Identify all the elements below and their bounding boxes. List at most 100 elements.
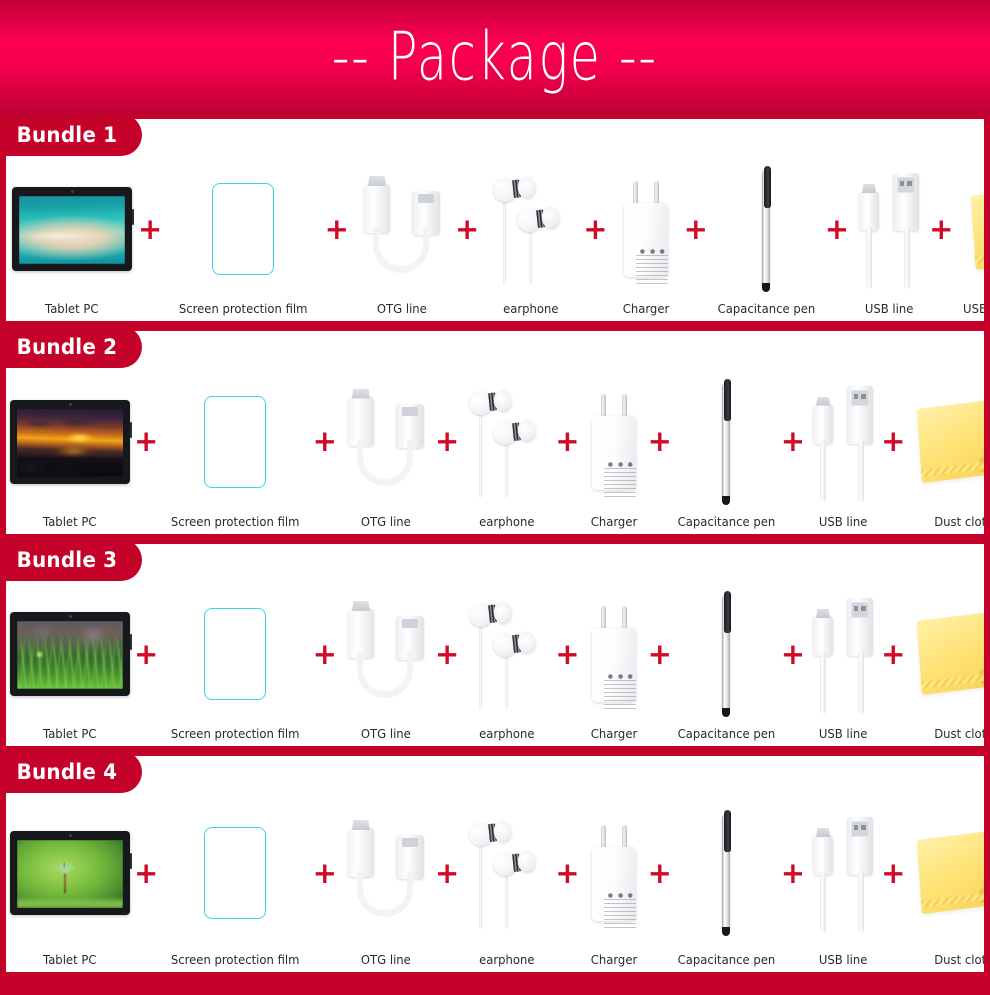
otg-cable-image — [359, 177, 445, 281]
bundle-item-art — [467, 371, 547, 514]
bundle-item-art — [166, 796, 304, 952]
bundle-item-art — [714, 159, 819, 301]
bundle-item-art — [491, 159, 571, 301]
bundle-item[interactable]: earphone — [467, 796, 547, 968]
bundle-item-art — [674, 796, 779, 952]
plus-separator-icon: + — [312, 855, 337, 890]
bundle-item-label: USB line — [818, 726, 868, 741]
bundle-item-label: USB lineDust cloth — [963, 301, 984, 316]
bundle-item-art — [359, 159, 445, 301]
bundle-item-label: OTG line — [360, 952, 411, 967]
bundle-items: Tablet PC + Screen protection film + OTG lin… — [6, 796, 984, 968]
bundle-row[interactable]: Bundle 1 Tablet PC + Screen protection film… — [0, 114, 990, 326]
bundle-item[interactable]: Dust cloth — [911, 796, 984, 968]
bundle-item-art — [12, 159, 134, 301]
bundle-item[interactable]: USB line — [811, 371, 875, 530]
bundle-items: Tablet PC + Screen protection film + OTG lin… — [6, 584, 984, 742]
plus-separator-icon: + — [134, 855, 159, 890]
bundle-item-art — [857, 159, 921, 301]
bundle-item[interactable]: OTG line — [343, 371, 429, 530]
plus-separator-icon: + — [312, 636, 337, 671]
bundle-item[interactable]: Tablet PC — [12, 159, 134, 317]
bundle-item-art — [343, 796, 429, 952]
plus-separator-icon: + — [780, 636, 806, 671]
bundle-item-label: earphone — [479, 514, 535, 529]
bundle-item[interactable]: Tablet PC — [10, 584, 132, 742]
bundle-item-art — [174, 159, 312, 301]
plus-separator-icon: + — [555, 855, 580, 890]
bundle-row[interactable]: Bundle 2 Tablet PC + Screen protection film… — [0, 326, 990, 539]
bundle-item-label: Charger — [590, 726, 637, 741]
bundle-item-label: Screen protection film — [171, 726, 300, 741]
bundle-badge-label: Bundle 3 — [16, 548, 118, 572]
bundle-item[interactable]: earphone — [491, 159, 571, 317]
bundle-item-art — [674, 584, 779, 726]
charger-image — [586, 392, 642, 498]
bundle-item-label: Dust cloth — [933, 726, 984, 741]
bundle-item[interactable]: Charger — [586, 796, 642, 968]
bundle-item-art — [10, 796, 132, 952]
bundle-row[interactable]: Bundle 3 Tablet PC + Screen protection film… — [0, 539, 990, 751]
bundle-item[interactable]: OTG line — [343, 796, 429, 968]
plus-separator-icon: + — [134, 424, 159, 458]
bundle-item[interactable]: Dust cloth — [911, 371, 984, 530]
bundle-item-art — [343, 371, 429, 514]
bundle-item-label: Charger — [590, 952, 637, 967]
usb-cable-image — [811, 382, 875, 502]
bundle-item[interactable]: USB line — [857, 159, 921, 317]
bundle-row-inner: Bundle 2 Tablet PC + Screen protection film… — [6, 331, 984, 534]
bundle-item[interactable]: Charger — [618, 159, 674, 317]
bundle-item-art — [586, 796, 642, 952]
plus-separator-icon: + — [555, 636, 580, 671]
bundle-badge: Bundle 4 — [6, 756, 142, 793]
bundle-item[interactable]: Screen protection film — [166, 796, 304, 968]
bundle-badge: Bundle 2 — [6, 331, 142, 368]
dust-cloth-image — [911, 608, 984, 700]
bundle-item[interactable]: Capacitance pen — [714, 159, 819, 317]
bundle-item[interactable]: USB lineDust cloth — [959, 159, 984, 317]
bundle-item-art — [959, 159, 984, 301]
bundle-item[interactable]: Capacitance pen — [674, 584, 779, 742]
bundle-item[interactable]: OTG line — [343, 584, 429, 742]
plus-separator-icon: + — [824, 211, 850, 246]
capacitance-pen-image — [717, 591, 735, 717]
bundle-row-inner: Bundle 3 Tablet PC + Screen protection film… — [6, 544, 984, 746]
plus-separator-icon: + — [647, 855, 672, 890]
bundle-badge-label: Bundle 4 — [16, 760, 118, 784]
scene-sunset — [17, 408, 123, 477]
otg-cable-image — [343, 390, 429, 494]
bundle-item[interactable]: Tablet PC — [10, 371, 132, 530]
plus-separator-icon: + — [434, 424, 460, 458]
bundle-item[interactable]: USB line — [811, 796, 875, 968]
bundle-item-label: earphone — [479, 952, 535, 967]
charger-image — [586, 823, 642, 929]
bundle-item[interactable]: Screen protection film — [166, 584, 304, 742]
plus-separator-icon: + — [312, 424, 337, 458]
bundle-item[interactable]: USB line — [811, 584, 875, 742]
bundle-item[interactable]: Screen protection film — [174, 159, 312, 317]
bundle-item[interactable]: earphone — [467, 584, 547, 742]
bundle-item-label: Capacitance pen — [677, 952, 776, 967]
bundle-item[interactable]: OTG line — [359, 159, 445, 317]
bundle-item-art — [811, 371, 875, 514]
bundle-item[interactable]: Charger — [586, 584, 642, 742]
earphone-image — [467, 817, 547, 929]
bundle-item[interactable]: Tablet PC — [10, 796, 132, 968]
bundle-item-label: Tablet PC — [43, 514, 97, 529]
screen-film-image — [204, 827, 267, 919]
bundle-item[interactable]: earphone — [467, 371, 547, 530]
plus-separator-icon: + — [583, 211, 608, 246]
page-title: -- Package -- — [332, 17, 658, 97]
plus-separator-icon: + — [324, 211, 349, 246]
bundle-item[interactable]: Capacitance pen — [674, 371, 779, 530]
bundle-item-art — [586, 584, 642, 726]
bundle-item-label: OTG line — [360, 514, 411, 529]
bundle-item[interactable]: Charger — [586, 371, 642, 530]
bundle-row[interactable]: Bundle 4 Tablet PC + Screen protection film… — [0, 751, 990, 980]
bundle-item-art — [911, 796, 984, 952]
bundle-item-art — [166, 584, 304, 726]
bundle-item[interactable]: Screen protection film — [166, 371, 304, 530]
tablet-device-image — [10, 831, 132, 915]
bundle-item[interactable]: Dust cloth — [911, 584, 984, 742]
bundle-item[interactable]: Capacitance pen — [674, 796, 779, 968]
